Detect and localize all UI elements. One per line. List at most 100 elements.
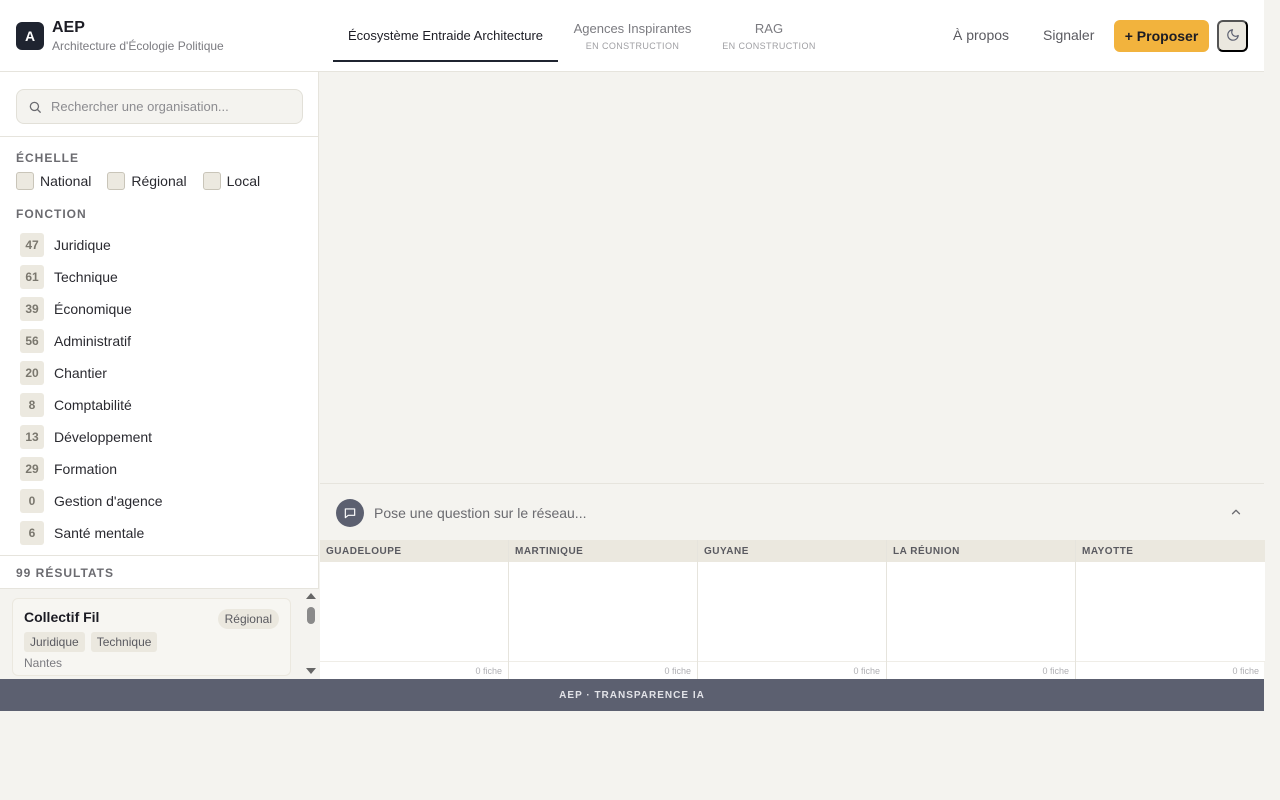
divider bbox=[0, 136, 319, 137]
function-filter-item[interactable]: 61 Technique bbox=[20, 261, 163, 293]
territory-name: GUYANE bbox=[698, 540, 886, 562]
territory-panel-guadeloupe[interactable]: GUADELOUPE 0 fiche bbox=[320, 540, 509, 679]
territory-panel-mayotte[interactable]: MAYOTTE 0 fiche bbox=[1076, 540, 1265, 679]
scale-filters: National Régional Local bbox=[16, 171, 276, 190]
checkbox-label: Régional bbox=[131, 172, 187, 189]
search-input[interactable] bbox=[51, 90, 296, 123]
footer: AEP · TRANSPARENCE IA bbox=[0, 679, 1264, 711]
function-filter-item[interactable]: 39 Économique bbox=[20, 293, 163, 325]
about-link[interactable]: À propos bbox=[953, 27, 1009, 43]
function-count: 6 bbox=[20, 521, 44, 545]
organization-city: Nantes bbox=[24, 656, 63, 670]
question-bar[interactable]: Pose une question sur le réseau... bbox=[320, 483, 1264, 540]
territory-count: 0 fiche bbox=[887, 661, 1075, 679]
footer-text[interactable]: AEP · TRANSPARENCE IA bbox=[559, 690, 705, 701]
scale-badge: Régional bbox=[217, 609, 279, 629]
chat-icon bbox=[336, 499, 364, 527]
tab-agences-inspirantes[interactable]: Agences Inspirantes EN CONSTRUCTION bbox=[566, 0, 699, 72]
territory-map[interactable] bbox=[1076, 562, 1265, 661]
scroll-up-arrow[interactable] bbox=[306, 593, 316, 599]
tab-label: Agences Inspirantes bbox=[573, 21, 692, 36]
organization-card[interactable]: Collectif Fil Régional Juridique Techniq… bbox=[12, 598, 291, 676]
brand-subtitle: Architecture d'Écologie Politique bbox=[52, 39, 224, 53]
function-label: Administratif bbox=[54, 333, 132, 349]
checkbox[interactable] bbox=[16, 171, 34, 190]
function-count: 13 bbox=[20, 425, 44, 449]
scale-checkbox-local[interactable]: Local bbox=[202, 171, 261, 190]
function-filter-item[interactable]: 6 Santé mentale bbox=[20, 517, 163, 549]
function-count: 0 bbox=[20, 489, 44, 513]
scroll-thumb[interactable] bbox=[307, 607, 315, 624]
tab-ecosysteme[interactable]: Écosystème Entraide Architecture bbox=[333, 0, 558, 62]
territory-map[interactable] bbox=[509, 562, 697, 661]
tab-rag[interactable]: RAG EN CONSTRUCTION bbox=[716, 0, 822, 72]
checkbox[interactable] bbox=[202, 171, 221, 190]
scale-section-title: ÉCHELLE bbox=[16, 151, 80, 165]
chevron-up-icon[interactable] bbox=[1229, 505, 1243, 524]
results-list[interactable]: Collectif Fil Régional Juridique Techniq… bbox=[0, 588, 319, 679]
search-icon bbox=[28, 100, 42, 119]
scale-checkbox-regional[interactable]: Régional bbox=[107, 171, 187, 190]
function-filter-list: 47 Juridique 61 Technique 39 Économique … bbox=[20, 229, 163, 549]
function-count: 61 bbox=[20, 265, 44, 289]
territory-map[interactable] bbox=[698, 562, 886, 661]
organization-tags: Juridique Technique bbox=[24, 632, 163, 652]
function-tag: Technique bbox=[90, 632, 158, 652]
function-filter-item[interactable]: 20 Chantier bbox=[20, 357, 163, 389]
function-count: 8 bbox=[20, 393, 44, 417]
function-filter-item[interactable]: 29 Formation bbox=[20, 453, 163, 485]
moon-icon bbox=[1226, 28, 1240, 45]
question-input[interactable]: Pose une question sur le réseau... bbox=[374, 505, 586, 521]
function-filter-item[interactable]: 13 Développement bbox=[20, 421, 163, 453]
report-link[interactable]: Signaler bbox=[1043, 27, 1094, 43]
territory-name: MAYOTTE bbox=[1076, 540, 1265, 562]
top-header: A AEP Architecture d'Écologie Politique … bbox=[0, 0, 1264, 72]
territory-panel-martinique[interactable]: MARTINIQUE 0 fiche bbox=[509, 540, 698, 679]
function-label: Comptabilité bbox=[54, 397, 132, 413]
scroll-down-arrow[interactable] bbox=[306, 668, 316, 674]
logo[interactable]: A bbox=[16, 22, 44, 50]
map-canvas[interactable] bbox=[320, 73, 1264, 483]
checkbox-label: Local bbox=[226, 172, 261, 189]
function-filter-item[interactable]: 8 Comptabilité bbox=[20, 389, 163, 421]
function-label: Développement bbox=[54, 429, 153, 445]
propose-button[interactable]: + Proposer bbox=[1114, 20, 1209, 52]
results-scrollbar[interactable] bbox=[305, 589, 317, 680]
function-section-title: FONCTION bbox=[16, 207, 87, 221]
territory-map[interactable] bbox=[320, 562, 508, 661]
checkbox-label: National bbox=[40, 172, 92, 189]
territory-panel-guyane[interactable]: GUYANE 0 fiche bbox=[698, 540, 887, 679]
divider bbox=[0, 555, 319, 556]
organization-name: Collectif Fil bbox=[24, 609, 100, 625]
overseas-territories-strip: GUADELOUPE 0 fiche MARTINIQUE 0 fiche GU… bbox=[320, 540, 1265, 679]
territory-count: 0 fiche bbox=[698, 661, 886, 679]
checkbox[interactable] bbox=[107, 171, 126, 190]
function-count: 56 bbox=[20, 329, 44, 353]
theme-toggle-button[interactable] bbox=[1217, 20, 1248, 52]
territory-count: 0 fiche bbox=[1076, 661, 1265, 679]
scale-checkbox-national[interactable]: National bbox=[16, 171, 92, 190]
territory-panel-la-reunion[interactable]: LA RÉUNION 0 fiche bbox=[887, 540, 1076, 679]
territory-name: GUADELOUPE bbox=[320, 540, 508, 562]
function-filter-item[interactable]: 0 Gestion d'agence bbox=[20, 485, 163, 517]
function-label: Formation bbox=[54, 461, 118, 477]
function-label: Chantier bbox=[54, 365, 107, 381]
function-filter-item[interactable]: 56 Administratif bbox=[20, 325, 163, 357]
search-box bbox=[16, 89, 303, 124]
function-label: Gestion d'agence bbox=[54, 493, 163, 509]
function-count: 47 bbox=[20, 233, 44, 257]
function-tag: Juridique bbox=[24, 632, 85, 652]
function-count: 20 bbox=[20, 361, 44, 385]
territory-name: LA RÉUNION bbox=[887, 540, 1075, 562]
territory-count: 0 fiche bbox=[320, 661, 508, 679]
function-filter-item[interactable]: 47 Juridique bbox=[20, 229, 163, 261]
function-label: Économique bbox=[54, 301, 132, 317]
territory-count: 0 fiche bbox=[509, 661, 697, 679]
function-label: Juridique bbox=[54, 237, 111, 253]
tab-status: EN CONSTRUCTION bbox=[722, 41, 816, 51]
territory-name: MARTINIQUE bbox=[509, 540, 697, 562]
tab-label: RAG bbox=[754, 21, 784, 36]
territory-map[interactable] bbox=[887, 562, 1075, 661]
brand-title[interactable]: AEP bbox=[52, 19, 85, 37]
function-count: 29 bbox=[20, 457, 44, 481]
